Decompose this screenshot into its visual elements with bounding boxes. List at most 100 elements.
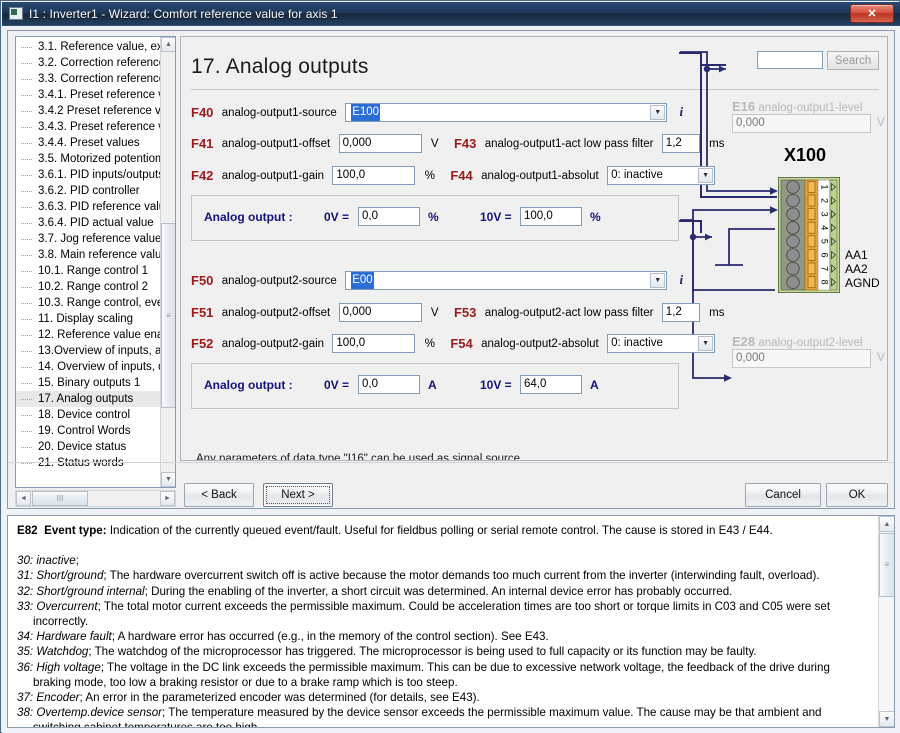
tree-item-analog-outputs[interactable]: 17. Analog outputs [16, 391, 161, 407]
tree-horizontal-scrollbar[interactable]: ◄ III ► [15, 490, 176, 507]
tree-item[interactable]: 10.3. Range control, eve [16, 295, 161, 311]
help-entry: 34: Hardware fault; A hardware error has… [17, 629, 868, 644]
scroll-down-icon[interactable]: ▼ [879, 711, 894, 727]
analog-output2-source-combo[interactable]: E00 ▼ [345, 271, 668, 290]
tree-item[interactable]: 20. Device status [16, 439, 161, 455]
help-scrollbar-thumb[interactable]: ≡ [879, 533, 894, 597]
tree-item[interactable]: 21. Status words [16, 455, 161, 471]
analog-output1-10v-input[interactable]: 100,0 [520, 207, 582, 226]
application-window: I1 : Inverter1 - Wizard: Comfort referen… [0, 0, 900, 733]
param-code-f44: F44 [450, 168, 473, 183]
tree-item[interactable]: 18. Device control [16, 407, 161, 423]
scroll-down-icon[interactable]: ▼ [161, 472, 175, 487]
scroll-right-icon[interactable]: ► [160, 491, 175, 506]
cancel-button[interactable]: Cancel [745, 483, 821, 507]
entry-num: 37: [17, 691, 34, 705]
tree-item[interactable]: 11. Display scaling [16, 311, 161, 327]
analog-output1-0v-input[interactable]: 0,0 [358, 207, 420, 226]
svg-text:4: 4 [820, 225, 830, 230]
e28-code: E28 [732, 334, 756, 349]
tree-item[interactable]: 3.3. Correction reference [16, 71, 161, 87]
param-code-f40: F40 [191, 105, 214, 120]
h-scrollbar-thumb[interactable]: III [32, 491, 88, 506]
svg-text:6: 6 [820, 252, 830, 257]
chevron-down-icon[interactable]: ▼ [698, 168, 714, 183]
info-icon-f50[interactable]: i [680, 272, 684, 287]
next-button[interactable]: Next > [263, 483, 333, 507]
back-button[interactable]: < Back [184, 483, 254, 507]
tree-item[interactable]: 3.4.4. Preset values [16, 135, 161, 151]
analog-output2-gain-input[interactable]: 100,0 [332, 334, 416, 353]
param-label-f43: analog-output1-act low pass filter [484, 137, 654, 150]
signal-source-note: Any parameters of data type "I16" can be… [196, 453, 524, 461]
tree-item[interactable]: 19. Control Words [16, 423, 161, 439]
tree-item[interactable]: 14. Overview of inputs, d [16, 359, 161, 375]
tree-item[interactable]: 10.2. Range control 2 [16, 279, 161, 295]
tree-item[interactable]: 3.4.3. Preset reference v [16, 119, 161, 135]
analog-output2-filter-input[interactable]: 1,2 [661, 303, 700, 322]
next-button-label: Next > [266, 486, 330, 504]
grip-icon: III [56, 493, 64, 503]
close-button[interactable]: ✕ [850, 4, 894, 23]
entry-text: The watchdog of the microprocessor has t… [91, 645, 757, 659]
analog-output2-absolut-combo[interactable]: 0: inactive ▼ [607, 334, 716, 353]
tree-item[interactable]: 3.5. Motorized potentiome [16, 151, 161, 167]
scrollbar-thumb[interactable]: ≡ [161, 223, 175, 408]
e16-unit: V [877, 117, 885, 129]
scroll-up-icon[interactable]: ▲ [161, 37, 175, 52]
tree-item[interactable]: 3.1. Reference value, ext [16, 39, 161, 55]
tree-item[interactable]: 15. Binary outputs 1 [16, 375, 161, 391]
entry-num: 32: [17, 584, 34, 598]
tree-item[interactable]: 12. Reference value ena [16, 327, 161, 343]
help-scrollbar[interactable]: ▲ ≡ ▼ [878, 516, 894, 727]
scroll-left-icon[interactable]: ◄ [16, 491, 31, 506]
analog-output1-source-combo[interactable]: E100 ▼ [345, 103, 668, 122]
entry-num: 34: [17, 630, 34, 644]
analog-output1-gain-input[interactable]: 100,0 [332, 166, 416, 185]
e16-label: E16 analog-output1-level [732, 99, 863, 114]
summary-low-unit-1: % [428, 210, 439, 224]
svg-text:7: 7 [820, 266, 830, 271]
tree-item[interactable]: 13.Overview of inputs, an [16, 343, 161, 359]
terminal-label-aa1: AA1 [845, 248, 868, 262]
tree-item[interactable]: 3.6.3. PID reference valu [16, 199, 161, 215]
help-spacer [17, 538, 868, 553]
tree-item[interactable]: 3.4.1. Preset reference v [16, 87, 161, 103]
search-button[interactable]: Search [827, 51, 879, 70]
entry-name: Watchdog [36, 645, 89, 659]
entry-num: 33: [17, 599, 34, 613]
help-pane[interactable]: E82 Event type: Indication of the curren… [7, 515, 895, 728]
navigation-tree[interactable]: 3.1. Reference value, ext 3.2. Correctio… [15, 36, 176, 488]
combo-value-f40: E100 [351, 104, 381, 121]
info-icon-f40[interactable]: i [680, 104, 684, 119]
scroll-up-icon[interactable]: ▲ [879, 516, 894, 532]
analog-output1-offset-input[interactable]: 0,000 [338, 134, 422, 153]
param-code-f43: F43 [453, 136, 477, 151]
chevron-down-icon[interactable]: ▼ [698, 336, 714, 351]
tree-item[interactable]: 3.4.2 Preset reference va [16, 103, 161, 119]
analog-output1-absolut-combo[interactable]: 0: inactive ▼ [607, 166, 716, 185]
tree-item[interactable]: 3.7. Jog reference value [16, 231, 161, 247]
tree-item[interactable]: 3.2. Correction reference [16, 55, 161, 71]
analog-output2-10v-input[interactable]: 64,0 [520, 375, 582, 394]
tree-item[interactable]: 3.6.2. PID controller [16, 183, 161, 199]
search-input[interactable] [757, 51, 823, 69]
analog-output2-offset-input[interactable]: 0,000 [338, 303, 422, 322]
tree-item[interactable]: 3.6.4. PID actual value [16, 215, 161, 231]
tree-item[interactable]: 10.1. Range control 1 [16, 263, 161, 279]
tree-item[interactable]: 3.8. Main reference value [16, 247, 161, 263]
ok-button[interactable]: OK [826, 483, 888, 507]
tree-item[interactable]: 3.6.1. PID inputs/outputs [16, 167, 161, 183]
param-label-f44: analog-output1-absolut [481, 169, 599, 182]
chevron-down-icon[interactable]: ▼ [650, 105, 666, 120]
param-code-f51: F51 [191, 305, 214, 320]
tree-vertical-scrollbar[interactable]: ▲ ≡ ▼ [160, 37, 175, 487]
row-f40: F40 analog-output1-source E100 ▼ i [191, 103, 683, 123]
entry-num: 36: [17, 660, 34, 674]
entry-sep: ; [75, 554, 79, 568]
svg-text:2: 2 [820, 198, 830, 203]
chevron-down-icon[interactable]: ▼ [650, 273, 666, 288]
analog-output2-0v-input[interactable]: 0,0 [358, 375, 420, 394]
entry-name: Overtemp.device sensor [36, 706, 163, 720]
analog-output1-filter-input[interactable]: 1,2 [661, 134, 700, 153]
